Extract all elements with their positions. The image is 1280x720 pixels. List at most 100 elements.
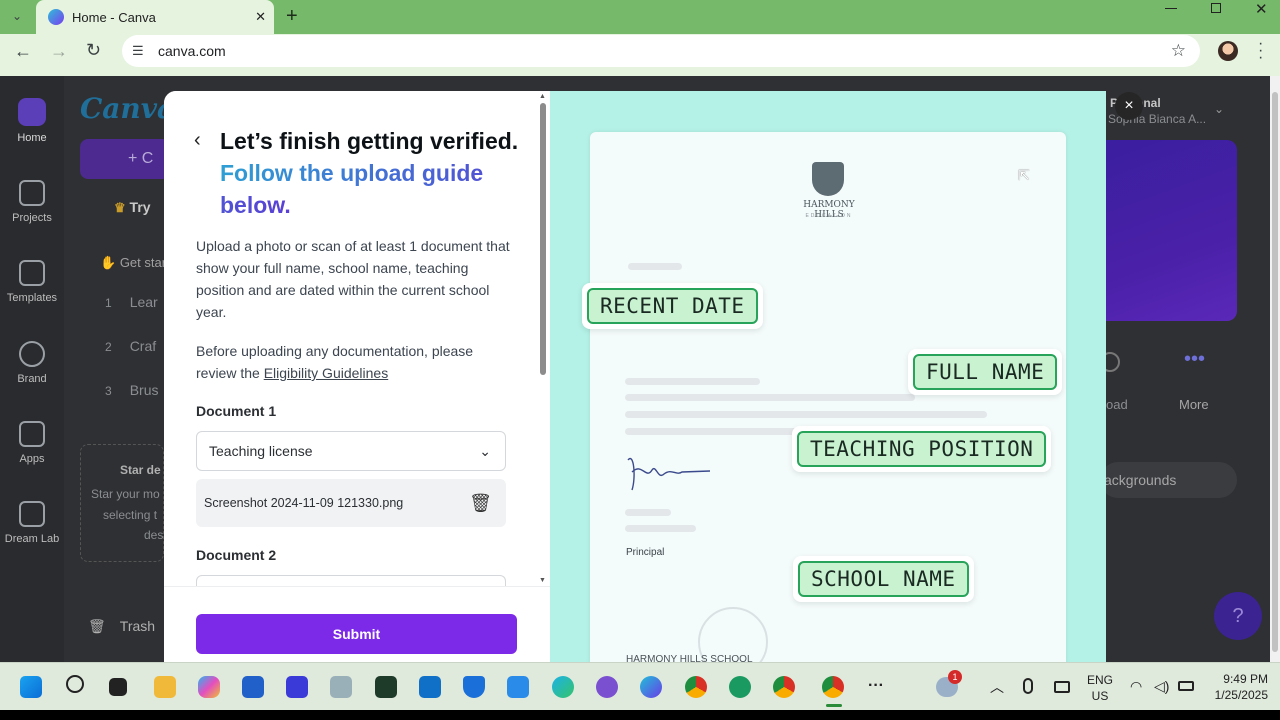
microphone-icon[interactable] xyxy=(1023,678,1033,694)
chrome-profile-1-icon[interactable] xyxy=(685,676,707,698)
input-language[interactable]: ENG US xyxy=(1087,672,1113,704)
photo-app-icon[interactable] xyxy=(330,676,352,698)
chrome-active-icon[interactable] xyxy=(822,676,844,698)
notification-badge: 1 xyxy=(948,670,962,684)
starred-card xyxy=(80,444,164,562)
file-explorer-icon[interactable] xyxy=(154,676,176,698)
todo-icon[interactable] xyxy=(507,676,529,698)
address-bar[interactable]: ☰ canva.com ☆ xyxy=(122,35,1200,67)
rail-item-projects[interactable]: Projects xyxy=(0,180,64,224)
chevron-down-icon: ⌄ xyxy=(479,442,491,459)
doc-line xyxy=(625,428,805,435)
tab-search-icon[interactable]: ⌄ xyxy=(12,8,22,24)
mouse-cursor-icon: ⇱ xyxy=(1018,167,1030,183)
starred-text-3: des xyxy=(144,528,164,542)
search-icon[interactable] xyxy=(66,675,84,693)
remote-app-icon[interactable] xyxy=(286,676,308,698)
copilot-icon[interactable] xyxy=(198,676,220,698)
delete-file-icon[interactable]: 🗑 xyxy=(469,493,492,514)
start-icon[interactable] xyxy=(20,676,42,698)
task-view-icon[interactable] xyxy=(109,678,127,696)
rail-item-dream-lab[interactable]: Dream Lab xyxy=(0,501,64,545)
document-1-type-select[interactable]: Teaching license ⌄ xyxy=(196,431,506,471)
getting-started-step-2[interactable]: 2 Craf xyxy=(105,338,156,354)
close-tab-icon[interactable]: ✕ xyxy=(255,9,266,25)
starred-text-1: Star your mo xyxy=(91,487,160,501)
authenticator-icon[interactable] xyxy=(729,676,751,698)
eligibility-guidelines-link[interactable]: Eligibility Guidelines xyxy=(264,365,389,381)
eligibility-notice: Before uploading any documentation, plea… xyxy=(196,343,474,381)
page-scroll-thumb[interactable] xyxy=(1272,92,1278,652)
doc-line xyxy=(625,378,760,385)
document-1-file: Screenshot 2024-11-09 121330.png 🗑 xyxy=(196,479,506,527)
more-tools-icon[interactable]: ••• xyxy=(1184,348,1205,370)
tab-title: Home - Canva xyxy=(72,9,156,25)
folder-icon xyxy=(19,180,45,206)
getting-started-step-1[interactable]: 1 Lear xyxy=(105,294,158,310)
rail-item-apps[interactable]: Apps xyxy=(0,421,64,465)
principal-label: Principal xyxy=(626,547,665,558)
browser-menu-icon[interactable]: · · · xyxy=(1258,36,1263,66)
url-text: canva.com xyxy=(158,43,226,59)
edge-icon[interactable] xyxy=(552,676,574,698)
volume-icon[interactable]: ◁) xyxy=(1154,678,1169,695)
page-scrollbar[interactable] xyxy=(1270,76,1280,662)
create-design-button[interactable]: + C xyxy=(80,139,170,179)
canva-app-icon[interactable] xyxy=(640,676,662,698)
restore-window-icon[interactable] xyxy=(1211,3,1221,13)
back-chevron-icon[interactable]: ‹ xyxy=(194,129,201,152)
tag-recent-date: RECENT DATE xyxy=(582,283,763,329)
backgrounds-chip[interactable]: ackgrounds xyxy=(1100,462,1237,498)
close-modal-button[interactable]: × xyxy=(1115,92,1143,120)
defender-icon[interactable] xyxy=(463,676,485,698)
try-pro-link[interactable]: ♛ Try xyxy=(114,199,151,216)
outlook-icon[interactable] xyxy=(419,676,441,698)
getting-started-step-3[interactable]: 3 Brus xyxy=(105,382,158,398)
store-icon[interactable] xyxy=(242,676,264,698)
upload-instructions: Upload a photo or scan of at least 1 doc… xyxy=(196,238,510,320)
wifi-icon[interactable]: ◠ xyxy=(1130,678,1142,695)
taskbar-overflow-icon[interactable]: ··· xyxy=(868,677,884,695)
rail-item-brand[interactable]: Brand xyxy=(0,341,64,385)
account-chevron-down-icon[interactable]: ⌄ xyxy=(1214,102,1224,116)
get-started-title: ✋ Get star xyxy=(100,255,167,270)
profile-avatar[interactable] xyxy=(1218,41,1238,61)
browser-tab-home[interactable]: Home - Canva ✕ xyxy=(36,0,274,34)
form-scroll-up-icon[interactable]: ▲ xyxy=(539,93,546,100)
templates-icon xyxy=(19,260,45,286)
forward-icon[interactable]: → xyxy=(50,42,68,60)
reload-icon[interactable]: ↻ xyxy=(86,41,101,59)
submit-button[interactable]: Submit xyxy=(196,614,517,654)
battery-icon[interactable] xyxy=(1178,681,1194,691)
close-window-icon[interactable]: ✕ xyxy=(1255,0,1268,18)
minimize-window-icon[interactable] xyxy=(1165,8,1177,9)
tag-full-name: FULL NAME xyxy=(908,349,1063,395)
form-scroll-down-icon[interactable]: ▼ xyxy=(539,577,546,584)
document-1-filename: Screenshot 2024-11-09 121330.png xyxy=(204,496,404,510)
doc-line xyxy=(625,525,696,532)
bookmark-star-icon[interactable]: ☆ xyxy=(1171,41,1186,61)
new-tab-button[interactable]: + xyxy=(286,5,298,28)
tray-chevron-up-icon[interactable]: ︿ xyxy=(990,677,1004,697)
back-icon[interactable]: ← xyxy=(14,42,32,60)
viber-icon[interactable] xyxy=(596,676,618,698)
document-1-label: Document 1 xyxy=(196,403,277,419)
clock-date: 1/25/2025 xyxy=(1214,688,1268,702)
sticky-notes-icon[interactable] xyxy=(375,676,397,698)
school-logo-sub: EDUCATION xyxy=(805,213,853,219)
form-scroll-thumb[interactable] xyxy=(540,103,546,375)
chrome-profile-2-icon[interactable] xyxy=(773,676,795,698)
keyboard-icon[interactable] xyxy=(1054,681,1070,693)
rail-item-templates[interactable]: Templates xyxy=(0,260,64,304)
rail-item-home[interactable]: Home xyxy=(0,98,64,144)
help-button[interactable]: ? xyxy=(1214,592,1262,640)
modal-heading: Let’s finish getting verified. Follow th… xyxy=(220,128,519,218)
brand-icon xyxy=(19,341,45,367)
modal-heading-accent: Follow the upload guide below. xyxy=(220,160,484,218)
principal-signature-icon xyxy=(627,457,711,491)
clock[interactable]: 9:49 PM 1/25/2025 xyxy=(1208,671,1268,703)
site-info-icon[interactable]: ☰ xyxy=(132,43,144,59)
document-2-label: Document 2 xyxy=(196,547,277,563)
trash-link[interactable]: 🗑 Trash xyxy=(88,618,155,635)
crown-icon: ♛ xyxy=(114,200,126,215)
